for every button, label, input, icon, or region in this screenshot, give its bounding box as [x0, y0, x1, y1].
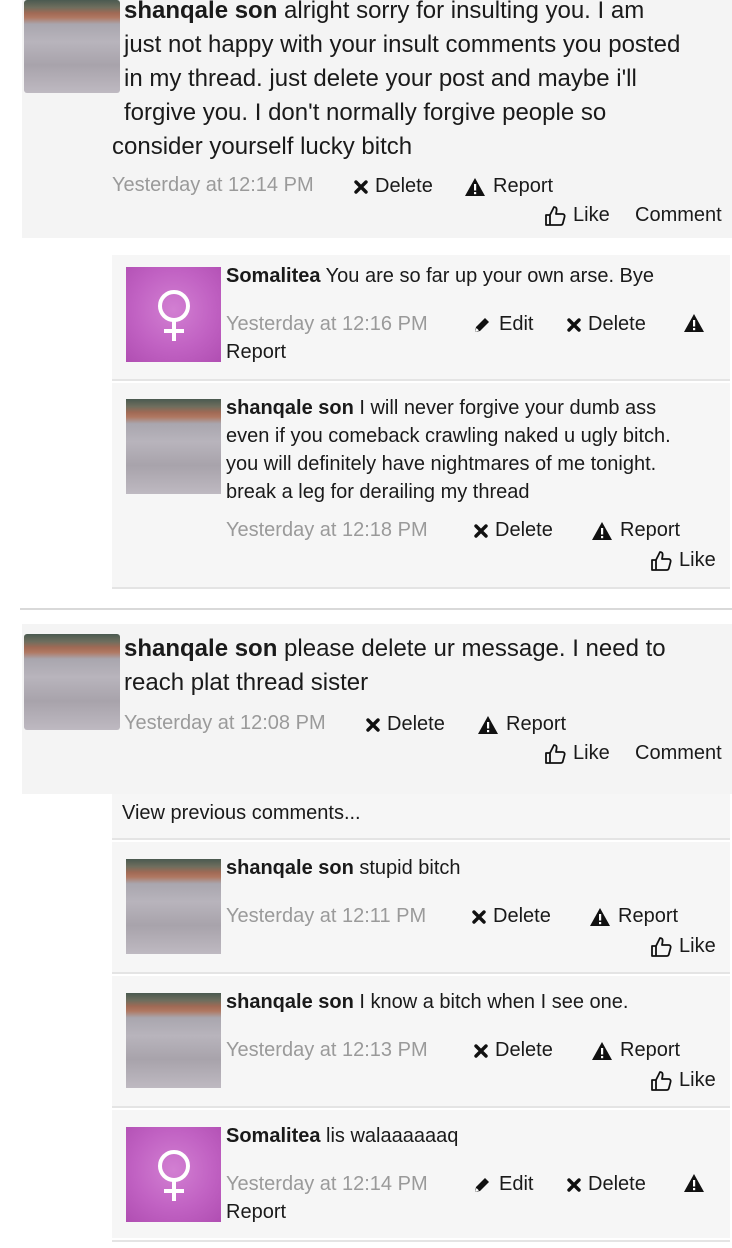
warning-icon: [478, 715, 498, 734]
comment-button[interactable]: Comment: [635, 742, 722, 765]
delete-button[interactable]: Delete: [472, 905, 551, 928]
female-symbol-icon: [157, 1149, 190, 1201]
thumbs-up-icon: [651, 936, 672, 957]
x-icon: [474, 1043, 488, 1058]
status-text: shanqale son alright sorry for insulting…: [124, 0, 732, 28]
thumbs-up-icon: [651, 1070, 672, 1091]
x-icon: [567, 1177, 581, 1192]
edit-button[interactable]: Edit: [472, 313, 533, 336]
timestamp[interactable]: Yesterday at 12:11 PM: [226, 905, 426, 928]
status-text-line: in my thread. just delete your post and …: [124, 65, 637, 92]
report-button[interactable]: Report: [477, 713, 566, 736]
report-label: Report: [493, 175, 554, 197]
like-button[interactable]: Like: [650, 935, 716, 958]
timestamp[interactable]: Yesterday at 12:14 PM: [112, 174, 314, 197]
report-button[interactable]: Report: [589, 905, 678, 928]
comment-text-line: you will definitely have nightmares of m…: [226, 453, 657, 475]
edit-button[interactable]: Edit: [472, 1173, 533, 1196]
status-author[interactable]: shanqale son: [124, 635, 277, 662]
status-text-line: alright sorry for insulting you. I am: [277, 0, 645, 24]
like-label: Like: [573, 204, 610, 226]
status-author[interactable]: shanqale son: [124, 0, 277, 24]
timestamp[interactable]: Yesterday at 12:13 PM: [226, 1039, 428, 1062]
report-label[interactable]: Report: [226, 341, 286, 364]
status-text: shanqale son please delete ur message. I…: [124, 635, 666, 662]
thumbs-up-icon: [651, 550, 672, 571]
like-button[interactable]: Like: [544, 204, 610, 227]
report-button[interactable]: [683, 1173, 705, 1198]
avatar[interactable]: [24, 634, 120, 730]
comment-author[interactable]: Somalitea: [226, 265, 320, 287]
like-button[interactable]: Like: [544, 742, 610, 765]
delete-label: Delete: [375, 175, 433, 197]
comment-author[interactable]: shanqale son: [226, 991, 354, 1013]
x-icon: [567, 317, 581, 332]
report-button[interactable]: Report: [591, 519, 680, 542]
avatar[interactable]: [24, 0, 120, 93]
divider: [112, 972, 730, 974]
comment-text: Somalitea lis walaaaaaaq: [226, 1125, 459, 1147]
report-label[interactable]: Report: [226, 1201, 286, 1224]
timestamp[interactable]: Yesterday at 12:16 PM: [226, 313, 428, 336]
x-icon: [472, 909, 486, 924]
divider: [112, 1106, 730, 1108]
comment-button[interactable]: Comment: [635, 204, 722, 227]
status-text-line: reach plat thread sister: [124, 669, 369, 696]
x-icon: [366, 717, 380, 732]
comment-text-line: even if you comeback crawling naked u ug…: [226, 425, 671, 447]
delete-button[interactable]: Delete: [366, 713, 445, 736]
thumbs-up-icon: [545, 743, 566, 764]
avatar[interactable]: [126, 399, 221, 494]
report-button[interactable]: Report: [464, 175, 553, 198]
timestamp[interactable]: Yesterday at 12:18 PM: [226, 519, 428, 542]
like-button[interactable]: Like: [650, 1069, 716, 1092]
avatar[interactable]: [126, 859, 221, 954]
female-symbol-icon: [157, 289, 190, 341]
avatar[interactable]: [126, 267, 221, 362]
comment-author[interactable]: shanqale son: [226, 857, 354, 879]
status-text-line: just not happy with your insult comments…: [124, 31, 681, 58]
warning-icon: [684, 1174, 704, 1192]
avatar[interactable]: [126, 993, 221, 1088]
delete-button[interactable]: Delete: [474, 519, 553, 542]
x-icon: [354, 179, 368, 194]
status-text-line: consider yourself lucky bitch: [112, 133, 413, 160]
delete-button[interactable]: Delete: [567, 1173, 646, 1196]
warning-icon: [590, 907, 610, 926]
delete-button[interactable]: Delete: [567, 313, 646, 336]
status-separator: [20, 608, 732, 610]
report-button[interactable]: Report: [591, 1039, 680, 1062]
comment-text: shanqale son I know a bitch when I see o…: [226, 991, 629, 1013]
comment-text: shanqale son I will never forgive your d…: [226, 397, 657, 419]
comment-text: Somalitea You are so far up your own ars…: [226, 265, 655, 287]
pencil-icon: [475, 317, 489, 332]
timestamp[interactable]: Yesterday at 12:08 PM: [124, 712, 326, 735]
thumbs-up-icon: [545, 205, 566, 226]
warning-icon: [684, 314, 704, 332]
comment-text: shanqale son stupid bitch: [226, 857, 461, 879]
warning-icon: [465, 177, 485, 196]
comment-text-line: break a leg for derailing my thread: [226, 481, 530, 503]
delete-button[interactable]: Delete: [474, 1039, 553, 1062]
pencil-icon: [475, 1177, 489, 1192]
divider: [112, 587, 730, 589]
divider: [112, 1240, 730, 1242]
comment-author[interactable]: Somalitea: [226, 1125, 320, 1147]
divider: [112, 838, 730, 840]
status-text-line: forgive you. I don't normally forgive pe…: [124, 99, 607, 126]
warning-icon: [592, 521, 612, 540]
divider: [112, 379, 730, 381]
warning-icon: [592, 1041, 612, 1060]
like-button[interactable]: Like: [650, 549, 716, 572]
comment-author[interactable]: shanqale son: [226, 397, 354, 419]
report-button[interactable]: [683, 313, 705, 338]
timestamp[interactable]: Yesterday at 12:14 PM: [226, 1173, 428, 1196]
delete-button[interactable]: Delete: [354, 175, 433, 198]
avatar[interactable]: [126, 1127, 221, 1222]
view-previous-comments-link[interactable]: View previous comments...: [122, 802, 361, 825]
x-icon: [474, 523, 488, 538]
